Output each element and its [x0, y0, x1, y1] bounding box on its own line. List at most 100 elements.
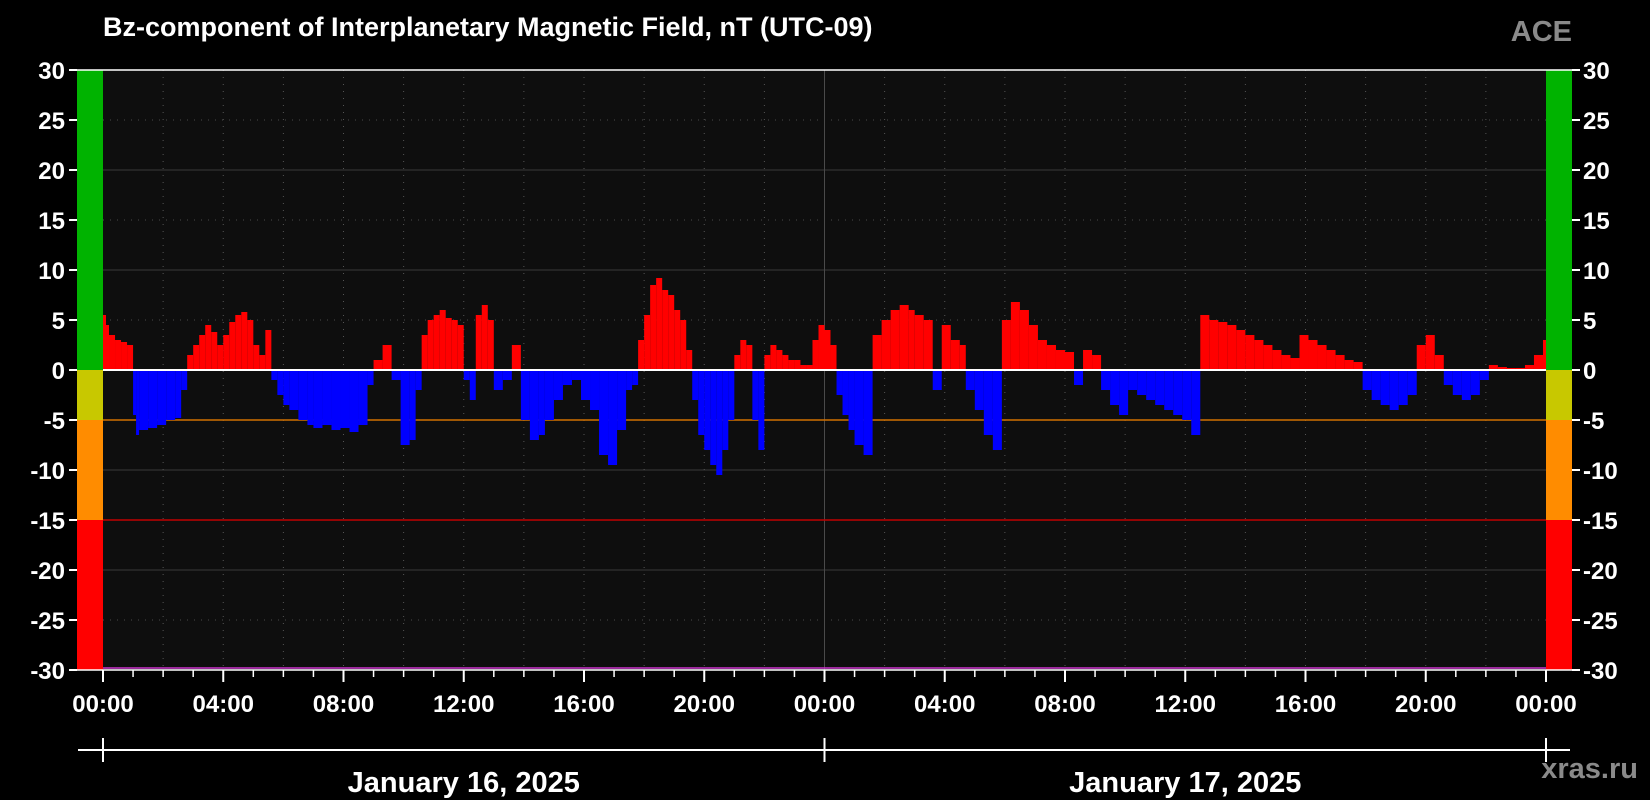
bz-bar	[415, 370, 422, 390]
bz-bar	[668, 295, 675, 370]
bz-bar	[722, 370, 729, 450]
band-left-yellow	[77, 370, 103, 420]
bz-bar	[253, 345, 260, 370]
y-tick-label: -10	[1583, 458, 1618, 485]
bz-bar	[992, 370, 1002, 450]
bz-bar	[340, 370, 350, 428]
bz-bar	[698, 370, 705, 435]
x-tick-label: 08:00	[1034, 691, 1095, 718]
x-axis: 00:00 04:00 08:00 12:00 16:00 20:00 00:00 04:00…	[72, 670, 1577, 718]
x-tick-label: 12:00	[433, 691, 494, 718]
bz-bar	[638, 340, 645, 370]
bz-bar	[1200, 315, 1210, 370]
bz-bar	[914, 315, 924, 370]
bz-chart: 30 25 20 15 10 5 0 -5 -10 -15 -20 -25 -30 30 25 20 15 10…	[30, 58, 1618, 799]
bz-bar	[463, 370, 470, 380]
bz-bar	[289, 370, 299, 410]
bz-bar	[1452, 370, 1462, 395]
bz-bar	[686, 350, 693, 370]
bz-bar	[1353, 362, 1363, 370]
bz-bar	[1479, 370, 1489, 380]
bz-bar	[373, 360, 383, 370]
bz-bar	[734, 355, 741, 370]
date-label: January 17, 2025	[1069, 767, 1301, 799]
bz-bar	[1019, 310, 1029, 370]
bz-bar	[830, 345, 837, 370]
bz-bar	[109, 335, 116, 370]
bz-bar	[175, 370, 182, 418]
bz-bar	[599, 370, 609, 455]
bz-bar	[872, 335, 882, 370]
bz-bar	[1046, 345, 1056, 370]
x-tick-label: 16:00	[553, 691, 614, 718]
bz-bar	[650, 285, 657, 370]
bz-bar	[1037, 340, 1047, 370]
bz-bar	[632, 370, 639, 385]
bz-bar	[746, 345, 753, 370]
bz-bar	[704, 370, 711, 450]
bz-bar	[349, 370, 359, 432]
y-tick-label: -25	[30, 608, 65, 635]
bz-bar	[487, 320, 494, 370]
bz-bar	[1110, 370, 1120, 405]
bz-bar	[854, 370, 864, 445]
band-right-orange	[1546, 420, 1572, 520]
y-tick-label: -30	[1583, 658, 1618, 685]
bz-bar	[1344, 360, 1354, 370]
bz-bar	[493, 370, 503, 390]
bz-bar	[617, 370, 627, 430]
bz-bar	[1173, 370, 1183, 415]
bz-bar	[908, 310, 915, 370]
y-tick-label: 20	[38, 158, 65, 185]
bz-bar	[106, 325, 110, 370]
bz-bar	[298, 370, 308, 420]
bz-bar	[626, 370, 633, 390]
y-tick-label: -20	[1583, 558, 1618, 585]
x-tick-label: 00:00	[1515, 691, 1576, 718]
bz-bar	[439, 310, 446, 370]
bz-bar	[529, 370, 539, 440]
bz-bar	[1425, 335, 1435, 370]
y-tick-label: 15	[38, 208, 65, 235]
bz-bar	[590, 370, 600, 410]
bz-bar	[1263, 345, 1273, 370]
bz-bar	[481, 305, 488, 370]
bz-bar	[133, 370, 137, 415]
bz-bar	[229, 322, 236, 370]
y-tick-label: -5	[1583, 408, 1604, 435]
y-tick-label: 25	[38, 108, 65, 135]
bz-bar	[764, 355, 771, 370]
y-axis-left: 30 25 20 15 10 5 0 -5 -10 -15 -20 -25 -30	[30, 58, 77, 685]
bz-bar	[1542, 340, 1546, 370]
bz-bar	[674, 310, 681, 370]
bz-bar	[1083, 350, 1093, 370]
bz-bar	[283, 370, 290, 405]
bz-bar	[571, 370, 581, 380]
bz-bar	[932, 370, 942, 390]
y-tick-label: 10	[1583, 258, 1610, 285]
band-right-green	[1546, 70, 1572, 370]
bz-bar	[1028, 325, 1038, 370]
bz-bar	[166, 370, 176, 420]
bz-bar	[1362, 370, 1372, 390]
x-tick-label: 04:00	[193, 691, 254, 718]
y-tick-label: -5	[44, 408, 65, 435]
bz-bar	[313, 370, 323, 428]
bz-bar	[863, 370, 873, 455]
x-tick-label: 16:00	[1275, 691, 1336, 718]
y-tick-label: -20	[30, 558, 65, 585]
y-tick-label: 30	[1583, 58, 1610, 85]
bz-bar	[1146, 370, 1156, 400]
bz-bar	[121, 342, 128, 370]
bz-bar	[818, 325, 825, 370]
bz-bar	[1335, 355, 1345, 370]
bz-bar	[181, 370, 188, 390]
bz-bar	[1236, 330, 1246, 370]
bz-bar	[776, 350, 783, 370]
bz-bar	[502, 370, 512, 380]
bz-bar	[1254, 340, 1264, 370]
bz-bar	[103, 315, 107, 370]
bz-bar	[1416, 345, 1426, 370]
bz-bar	[205, 325, 212, 370]
bz-bar	[728, 370, 735, 420]
